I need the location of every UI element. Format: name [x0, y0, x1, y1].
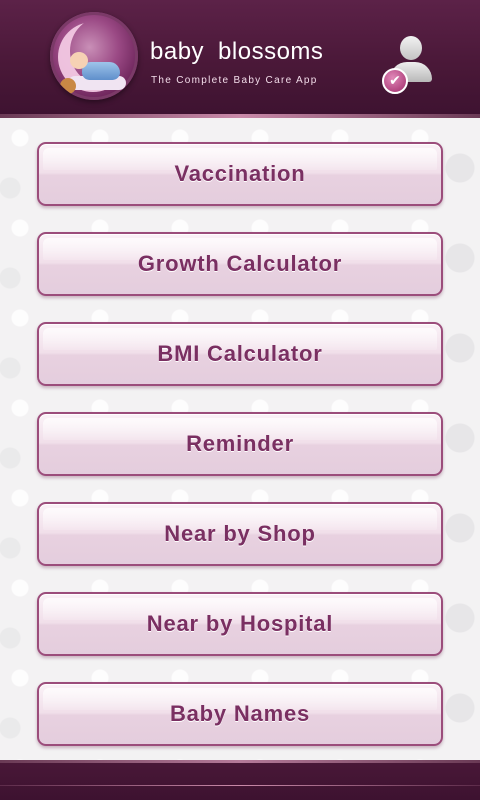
baby-names-label: Baby Names — [169, 701, 311, 726]
app-header: baby blossoms The Complete Baby Care App … — [0, 0, 480, 118]
near-by-hospital-button[interactable]: Near by Hospital — [37, 592, 443, 656]
app-footer — [0, 760, 480, 800]
near-by-shop-label: Near by Shop — [164, 521, 316, 546]
user-head-icon — [400, 36, 422, 60]
baby-body-shape — [82, 62, 120, 80]
reminder-label: Reminder — [186, 431, 294, 456]
vaccination-button[interactable]: Vaccination — [37, 142, 443, 206]
check-icon: ✔ — [382, 68, 408, 94]
app-title: baby blossoms — [150, 38, 323, 66]
growth-calculator-button[interactable]: Growth Calculator — [37, 232, 443, 296]
app-title-part2: blossoms — [218, 38, 324, 65]
baby-head-shape — [70, 52, 88, 69]
near-by-shop-button[interactable]: Near by Shop — [37, 502, 443, 566]
near-by-hospital-label: Near by Hospital — [146, 611, 334, 636]
footer-top-line — [0, 760, 480, 763]
teddy-bear-shape — [60, 78, 76, 94]
app-title-part1: baby — [150, 38, 205, 65]
bmi-calculator-label: BMI Calculator — [157, 341, 323, 366]
app-tagline: The Complete Baby Care App — [151, 75, 318, 86]
main-menu: Vaccination Growth Calculator BMI Calcul… — [0, 118, 480, 760]
baby-logo-icon — [50, 12, 138, 100]
baby-names-button[interactable]: Baby Names — [37, 682, 443, 746]
vaccination-label: Vaccination — [174, 161, 306, 186]
growth-calculator-label: Growth Calculator — [137, 251, 343, 276]
profile-button[interactable]: ✔ — [380, 36, 434, 96]
bmi-calculator-button[interactable]: BMI Calculator — [37, 322, 443, 386]
reminder-button[interactable]: Reminder — [37, 412, 443, 476]
footer-divider-line — [0, 785, 480, 786]
